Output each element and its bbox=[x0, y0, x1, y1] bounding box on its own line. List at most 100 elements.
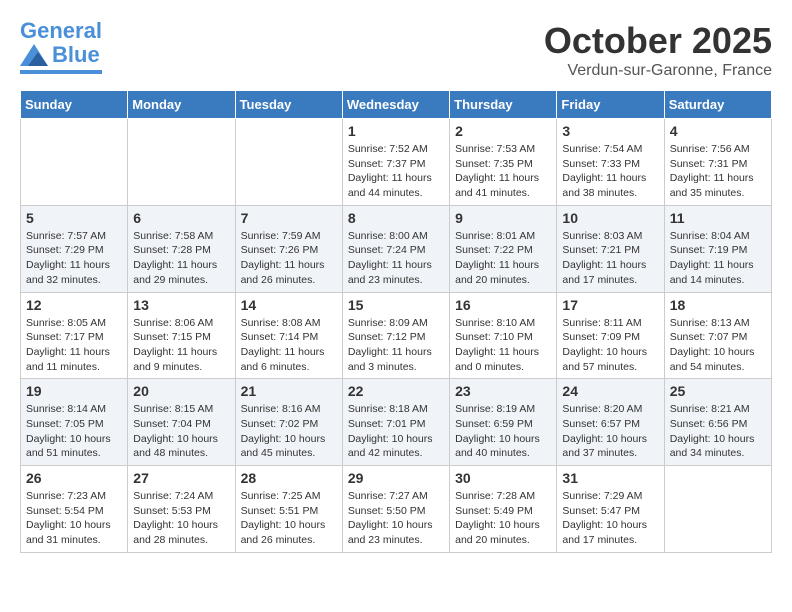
calendar-cell bbox=[664, 466, 771, 553]
calendar-cell: 28 Sunrise: 7:25 AM Sunset: 5:51 PM Dayli… bbox=[235, 466, 342, 553]
weekday-header-wednesday: Wednesday bbox=[342, 91, 449, 119]
calendar-cell: 2 Sunrise: 7:53 AM Sunset: 7:35 PM Daylig… bbox=[450, 119, 557, 206]
day-number: 2 bbox=[455, 123, 551, 139]
day-info: Sunrise: 8:19 AM Sunset: 6:59 PM Dayligh… bbox=[455, 402, 551, 461]
location: Verdun-sur-Garonne, France bbox=[544, 62, 772, 80]
calendar-cell: 13Sunrise: 8:06 AM Sunset: 7:15 PM Dayli… bbox=[128, 292, 235, 379]
day-info: Sunrise: 7:27 AM Sunset: 5:50 PM Dayligh… bbox=[348, 489, 444, 548]
weekday-header-tuesday: Tuesday bbox=[235, 91, 342, 119]
day-number: 11 bbox=[670, 210, 766, 226]
calendar-cell: 5 Sunrise: 7:57 AM Sunset: 7:29 PM Daylig… bbox=[21, 205, 128, 292]
day-number: 16 bbox=[455, 297, 551, 313]
calendar-week-1: 1 Sunrise: 7:52 AM Sunset: 7:37 PM Daylig… bbox=[21, 119, 772, 206]
calendar-header-row: SundayMondayTuesdayWednesdayThursdayFrid… bbox=[21, 91, 772, 119]
calendar-cell bbox=[128, 119, 235, 206]
logo-bar bbox=[20, 70, 102, 74]
calendar-cell: 25 Sunrise: 8:21 AM Sunset: 6:56 PM Dayli… bbox=[664, 379, 771, 466]
calendar: SundayMondayTuesdayWednesdayThursdayFrid… bbox=[20, 90, 772, 553]
calendar-cell: 9Sunrise: 8:01 AM Sunset: 7:22 PM Daylig… bbox=[450, 205, 557, 292]
calendar-cell: 22Sunrise: 8:18 AM Sunset: 7:01 PM Dayli… bbox=[342, 379, 449, 466]
weekday-header-thursday: Thursday bbox=[450, 91, 557, 119]
day-info: Sunrise: 7:59 AM Sunset: 7:26 PM Dayligh… bbox=[241, 229, 337, 288]
calendar-cell: 6 Sunrise: 7:58 AM Sunset: 7:28 PM Daylig… bbox=[128, 205, 235, 292]
day-number: 19 bbox=[26, 383, 122, 399]
calendar-cell: 4 Sunrise: 7:56 AM Sunset: 7:31 PM Daylig… bbox=[664, 119, 771, 206]
calendar-cell: 11 Sunrise: 8:04 AM Sunset: 7:19 PM Dayli… bbox=[664, 205, 771, 292]
day-info: Sunrise: 8:09 AM Sunset: 7:12 PM Dayligh… bbox=[348, 316, 444, 375]
day-number: 28 bbox=[241, 470, 337, 486]
title-block: October 2025 Verdun-sur-Garonne, France bbox=[544, 20, 772, 80]
calendar-week-5: 26Sunrise: 7:23 AM Sunset: 5:54 PM Dayli… bbox=[21, 466, 772, 553]
calendar-cell: 16 Sunrise: 8:10 AM Sunset: 7:10 PM Dayli… bbox=[450, 292, 557, 379]
calendar-cell: 27Sunrise: 7:24 AM Sunset: 5:53 PM Dayli… bbox=[128, 466, 235, 553]
calendar-week-4: 19 Sunrise: 8:14 AM Sunset: 7:05 PM Dayli… bbox=[21, 379, 772, 466]
day-number: 14 bbox=[241, 297, 337, 313]
day-info: Sunrise: 7:23 AM Sunset: 5:54 PM Dayligh… bbox=[26, 489, 122, 548]
day-number: 3 bbox=[562, 123, 658, 139]
calendar-cell: 21 Sunrise: 8:16 AM Sunset: 7:02 PM Dayli… bbox=[235, 379, 342, 466]
month-title: October 2025 bbox=[544, 20, 772, 62]
day-number: 23 bbox=[455, 383, 551, 399]
day-info: Sunrise: 7:57 AM Sunset: 7:29 PM Dayligh… bbox=[26, 229, 122, 288]
day-info: Sunrise: 8:21 AM Sunset: 6:56 PM Dayligh… bbox=[670, 402, 766, 461]
day-number: 24 bbox=[562, 383, 658, 399]
day-info: Sunrise: 7:25 AM Sunset: 5:51 PM Dayligh… bbox=[241, 489, 337, 548]
day-number: 30 bbox=[455, 470, 551, 486]
calendar-cell: 1 Sunrise: 7:52 AM Sunset: 7:37 PM Daylig… bbox=[342, 119, 449, 206]
weekday-header-friday: Friday bbox=[557, 91, 664, 119]
day-number: 27 bbox=[133, 470, 229, 486]
day-number: 10 bbox=[562, 210, 658, 226]
logo-general: General bbox=[20, 18, 102, 43]
logo-blue: Blue bbox=[52, 42, 100, 68]
calendar-cell: 7Sunrise: 7:59 AM Sunset: 7:26 PM Daylig… bbox=[235, 205, 342, 292]
calendar-cell: 30Sunrise: 7:28 AM Sunset: 5:49 PM Dayli… bbox=[450, 466, 557, 553]
day-info: Sunrise: 8:13 AM Sunset: 7:07 PM Dayligh… bbox=[670, 316, 766, 375]
day-info: Sunrise: 7:52 AM Sunset: 7:37 PM Dayligh… bbox=[348, 142, 444, 201]
day-info: Sunrise: 7:56 AM Sunset: 7:31 PM Dayligh… bbox=[670, 142, 766, 201]
day-info: Sunrise: 8:16 AM Sunset: 7:02 PM Dayligh… bbox=[241, 402, 337, 461]
day-number: 4 bbox=[670, 123, 766, 139]
day-info: Sunrise: 8:10 AM Sunset: 7:10 PM Dayligh… bbox=[455, 316, 551, 375]
day-number: 1 bbox=[348, 123, 444, 139]
day-info: Sunrise: 7:54 AM Sunset: 7:33 PM Dayligh… bbox=[562, 142, 658, 201]
day-info: Sunrise: 8:03 AM Sunset: 7:21 PM Dayligh… bbox=[562, 229, 658, 288]
calendar-week-3: 12 Sunrise: 8:05 AM Sunset: 7:17 PM Dayli… bbox=[21, 292, 772, 379]
day-info: Sunrise: 8:14 AM Sunset: 7:05 PM Dayligh… bbox=[26, 402, 122, 461]
day-info: Sunrise: 8:18 AM Sunset: 7:01 PM Dayligh… bbox=[348, 402, 444, 461]
day-info: Sunrise: 8:04 AM Sunset: 7:19 PM Dayligh… bbox=[670, 229, 766, 288]
calendar-cell: 20Sunrise: 8:15 AM Sunset: 7:04 PM Dayli… bbox=[128, 379, 235, 466]
calendar-cell bbox=[21, 119, 128, 206]
weekday-header-monday: Monday bbox=[128, 91, 235, 119]
calendar-cell: 3 Sunrise: 7:54 AM Sunset: 7:33 PM Daylig… bbox=[557, 119, 664, 206]
day-number: 5 bbox=[26, 210, 122, 226]
day-number: 9 bbox=[455, 210, 551, 226]
day-number: 21 bbox=[241, 383, 337, 399]
day-info: Sunrise: 7:53 AM Sunset: 7:35 PM Dayligh… bbox=[455, 142, 551, 201]
calendar-cell: 18Sunrise: 8:13 AM Sunset: 7:07 PM Dayli… bbox=[664, 292, 771, 379]
day-number: 13 bbox=[133, 297, 229, 313]
calendar-cell: 8Sunrise: 8:00 AM Sunset: 7:24 PM Daylig… bbox=[342, 205, 449, 292]
day-info: Sunrise: 8:15 AM Sunset: 7:04 PM Dayligh… bbox=[133, 402, 229, 461]
page-header: General Blue October 2025 Verdun-sur-Gar… bbox=[20, 20, 772, 80]
day-info: Sunrise: 7:58 AM Sunset: 7:28 PM Dayligh… bbox=[133, 229, 229, 288]
day-info: Sunrise: 8:11 AM Sunset: 7:09 PM Dayligh… bbox=[562, 316, 658, 375]
calendar-cell: 19 Sunrise: 8:14 AM Sunset: 7:05 PM Dayli… bbox=[21, 379, 128, 466]
calendar-cell: 31Sunrise: 7:29 AM Sunset: 5:47 PM Dayli… bbox=[557, 466, 664, 553]
day-info: Sunrise: 8:05 AM Sunset: 7:17 PM Dayligh… bbox=[26, 316, 122, 375]
calendar-cell bbox=[235, 119, 342, 206]
day-info: Sunrise: 8:00 AM Sunset: 7:24 PM Dayligh… bbox=[348, 229, 444, 288]
logo-icon bbox=[20, 44, 48, 66]
day-number: 29 bbox=[348, 470, 444, 486]
calendar-cell: 10 Sunrise: 8:03 AM Sunset: 7:21 PM Dayli… bbox=[557, 205, 664, 292]
day-info: Sunrise: 8:08 AM Sunset: 7:14 PM Dayligh… bbox=[241, 316, 337, 375]
day-number: 25 bbox=[670, 383, 766, 399]
calendar-cell: 23 Sunrise: 8:19 AM Sunset: 6:59 PM Dayli… bbox=[450, 379, 557, 466]
calendar-cell: 12 Sunrise: 8:05 AM Sunset: 7:17 PM Dayli… bbox=[21, 292, 128, 379]
calendar-cell: 24 Sunrise: 8:20 AM Sunset: 6:57 PM Dayli… bbox=[557, 379, 664, 466]
weekday-header-saturday: Saturday bbox=[664, 91, 771, 119]
calendar-cell: 26Sunrise: 7:23 AM Sunset: 5:54 PM Dayli… bbox=[21, 466, 128, 553]
day-number: 6 bbox=[133, 210, 229, 226]
day-info: Sunrise: 8:20 AM Sunset: 6:57 PM Dayligh… bbox=[562, 402, 658, 461]
day-number: 12 bbox=[26, 297, 122, 313]
day-number: 15 bbox=[348, 297, 444, 313]
